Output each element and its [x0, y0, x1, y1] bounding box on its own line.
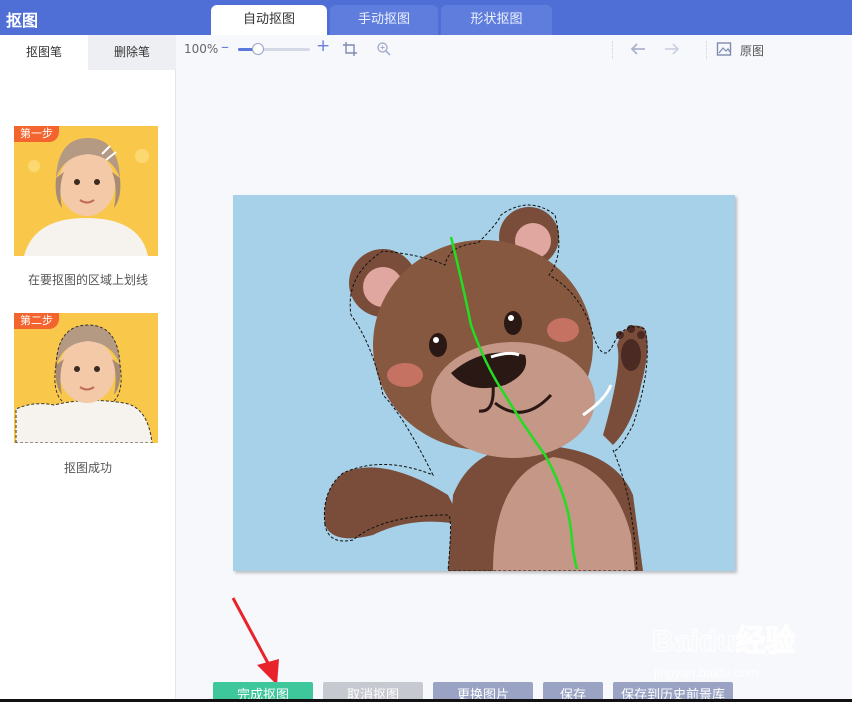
baby-cutout-image: [14, 313, 158, 443]
baidu-jingyan-watermark: Baidu经验 jingyan.baidu.com: [650, 615, 840, 685]
toolbar-divider: [612, 41, 613, 59]
step-two-caption: 抠图成功: [63, 461, 112, 475]
magnifier-icon[interactable]: [376, 41, 392, 57]
toolbar-divider-2: [706, 41, 707, 59]
step-two-thumbnail: 第二步: [14, 313, 158, 443]
step-one-caption: 在要抠图的区域上划线: [27, 273, 148, 287]
step-one-badge: 第一步: [14, 126, 59, 142]
crop-icon[interactable]: [342, 41, 358, 57]
tab-cutout-pen[interactable]: 抠图笔: [0, 35, 88, 70]
tab-auto-cutout[interactable]: 自动抠图: [211, 5, 327, 35]
watermark-url: jingyan.baidu.com: [653, 665, 759, 680]
original-image-button[interactable]: 原图: [740, 42, 764, 59]
image-icon[interactable]: [716, 41, 732, 57]
app-title: 抠图: [6, 11, 39, 30]
zoom-in-button[interactable]: +: [316, 36, 330, 56]
step-two-badge: 第二步: [14, 313, 59, 329]
zoom-level-text: 100%: [184, 42, 219, 56]
top-bar: 抠图 自动抠图 手动抠图 形状抠图: [0, 0, 852, 35]
baby-photo-image: [14, 126, 158, 256]
tab-erase-pen[interactable]: 删除笔: [88, 35, 176, 70]
baidu-logo-icon: Baidu经验 jingyan.baidu.com: [651, 623, 796, 680]
undo-arrow-icon[interactable]: [630, 41, 646, 57]
zoom-slider[interactable]: [238, 43, 310, 55]
bear-image: [233, 195, 735, 572]
red-arrow-icon: [231, 597, 279, 685]
canvas-toolbar: 100% – + 原图: [176, 35, 852, 65]
tab-shape-cutout[interactable]: 形状抠图: [441, 5, 552, 35]
redo-arrow-icon[interactable]: [664, 41, 680, 57]
tab-manual-cutout[interactable]: 手动抠图: [330, 5, 438, 35]
zoom-out-button[interactable]: –: [221, 37, 229, 56]
zoom-slider-handle[interactable]: [252, 43, 265, 55]
left-sidebar: 抠图笔 删除笔 第一步 在要抠图的区域上划线 第二步 抠图成功: [0, 35, 176, 702]
step-one-thumbnail: 第一步: [14, 126, 158, 256]
watermark-brand: Baidu经验: [652, 624, 795, 658]
cutout-canvas[interactable]: [233, 195, 735, 572]
